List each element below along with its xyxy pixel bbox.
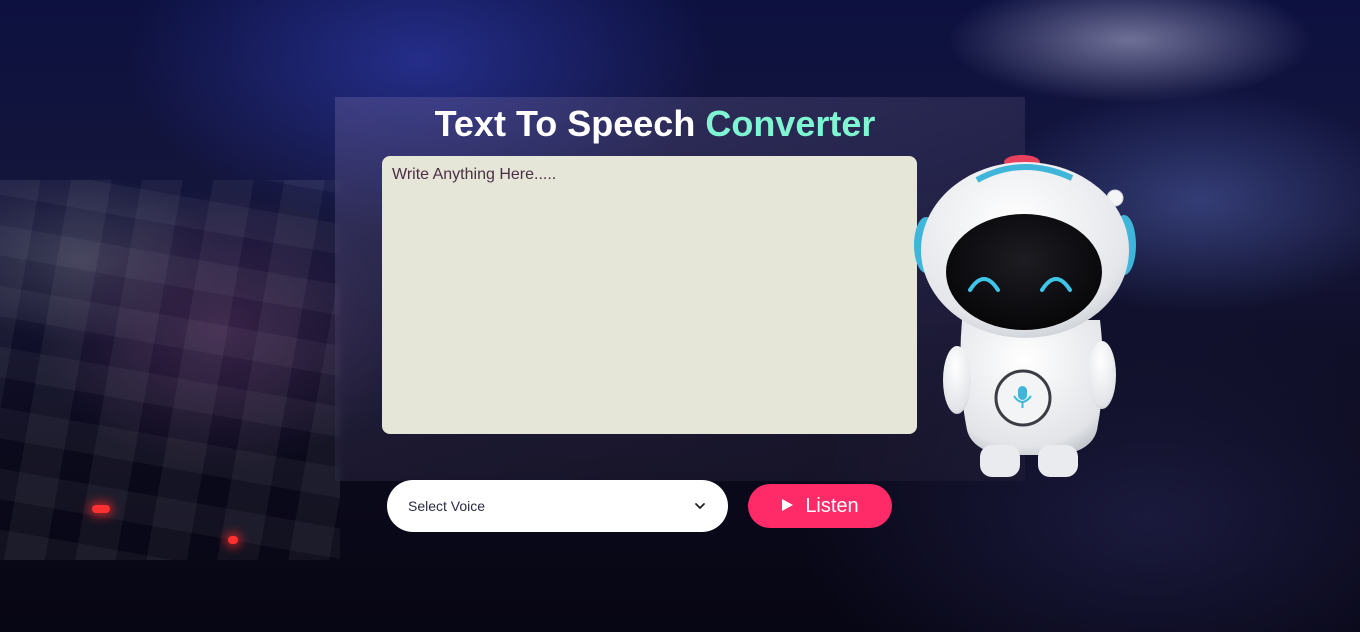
text-input[interactable] [382, 156, 917, 434]
background-keyboard [0, 180, 340, 560]
play-icon [781, 498, 794, 514]
page-title: Text To Speech Converter [335, 100, 975, 148]
voice-select[interactable]: Select Voice [387, 480, 728, 532]
robot-mascot-image [912, 150, 1142, 485]
background-glow [92, 505, 110, 513]
title-main: Text To Speech [434, 103, 696, 144]
background-glow [228, 536, 238, 544]
voice-select-value: Select Voice [408, 498, 486, 514]
chevron-down-icon [693, 499, 707, 513]
listen-label: Listen [805, 494, 859, 517]
listen-button[interactable]: Listen [748, 484, 892, 528]
title-accent: Converter [705, 103, 876, 144]
